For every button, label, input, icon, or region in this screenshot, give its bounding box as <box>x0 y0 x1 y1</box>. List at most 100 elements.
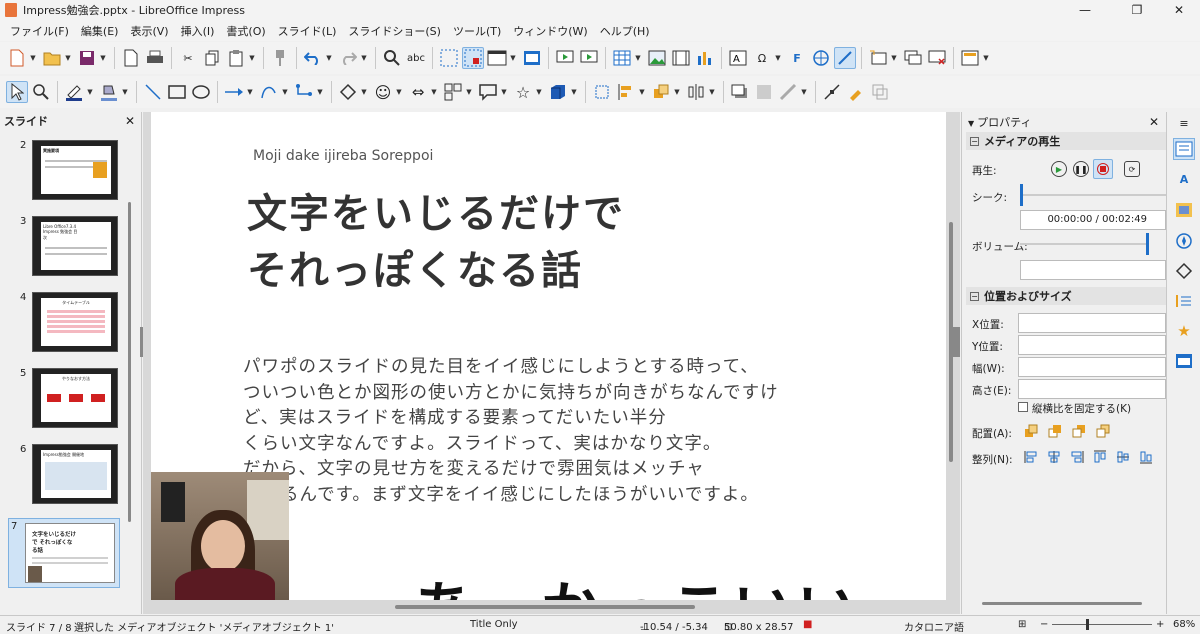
fill-color-icon[interactable] <box>98 81 120 103</box>
redo-dropdown-icon[interactable]: ▼ <box>360 47 368 69</box>
new-document-icon[interactable] <box>6 47 28 69</box>
master-slide-icon[interactable] <box>521 47 543 69</box>
media-zoom-field[interactable] <box>1020 260 1166 280</box>
slide-thumbnail-3[interactable]: 3 Libre Office7.3.4 Impress 勉強会 目次 <box>0 214 130 284</box>
callouts-icon[interactable] <box>477 81 499 103</box>
zoom-in-icon[interactable]: + <box>1156 619 1164 630</box>
filter-dropdown-icon[interactable]: ▼ <box>800 81 808 103</box>
cut-icon[interactable]: ✂ <box>177 47 199 69</box>
insert-media-icon[interactable] <box>670 47 692 69</box>
stop-icon[interactable] <box>1093 159 1113 179</box>
slide-canvas[interactable]: Moji dake ijireba Soreppoi 文字をいじるだけで それっ… <box>151 112 946 600</box>
display-views-icon[interactable] <box>486 47 508 69</box>
slide-layout-icon[interactable] <box>959 47 981 69</box>
slide-subtitle[interactable]: Moji dake ijireba Soreppoi <box>253 148 433 164</box>
insert-rectangle-icon[interactable] <box>166 81 188 103</box>
slide-thumbnail-2[interactable]: 2 実施要項 <box>0 138 130 208</box>
y-position-field[interactable] <box>1018 335 1166 355</box>
bring-forward-icon[interactable] <box>1047 423 1063 439</box>
glue-points-icon[interactable] <box>845 81 867 103</box>
rotate-icon[interactable] <box>591 81 613 103</box>
language-status[interactable]: カタロニア語 <box>904 619 964 634</box>
play-icon[interactable]: ▶ <box>1051 161 1067 177</box>
line-color-dropdown-icon[interactable]: ▼ <box>86 81 94 103</box>
seek-slider-thumb[interactable] <box>1020 184 1023 206</box>
zoom-slider-thumb[interactable] <box>1086 619 1089 630</box>
sidebar-collapse-handle[interactable] <box>952 327 960 357</box>
menu-tools[interactable]: ツール(T) <box>447 23 507 39</box>
align-top-icon[interactable] <box>1092 449 1108 465</box>
export-pdf-icon[interactable] <box>120 47 142 69</box>
new-dropdown-icon[interactable]: ▼ <box>29 47 37 69</box>
x-position-field[interactable] <box>1018 313 1166 333</box>
menu-slideshow[interactable]: スライドショー(S) <box>342 23 447 39</box>
3d-objects-dropdown-icon[interactable]: ▼ <box>570 81 578 103</box>
hyperlink-icon[interactable] <box>810 47 832 69</box>
curves-and-polygons-icon[interactable] <box>258 81 280 103</box>
distribute-dropdown-icon[interactable]: ▼ <box>708 81 716 103</box>
insert-line-icon[interactable] <box>142 81 164 103</box>
insert-table-dropdown-icon[interactable]: ▼ <box>634 47 642 69</box>
insert-textbox-icon[interactable]: A <box>727 47 749 69</box>
flowchart-icon[interactable] <box>442 81 464 103</box>
menu-slide[interactable]: スライド(L) <box>272 23 343 39</box>
volume-slider-thumb[interactable] <box>1146 233 1149 255</box>
copy-icon[interactable] <box>201 47 223 69</box>
basic-shapes-dropdown-icon[interactable]: ▼ <box>360 81 368 103</box>
zoom-pan-icon[interactable] <box>30 81 52 103</box>
slide-thumbnail-6[interactable]: 6 Impress勉強会 開催地 <box>0 442 130 512</box>
align-objects-dropdown-icon[interactable]: ▼ <box>638 81 646 103</box>
helplines-while-moving-icon[interactable] <box>462 47 484 69</box>
spelling-icon[interactable]: abc <box>405 47 427 69</box>
slide-title[interactable]: 文字をいじるだけで それっぽくなる話 <box>247 186 625 300</box>
menu-file[interactable]: ファイル(F) <box>4 23 75 39</box>
align-bottom-icon[interactable] <box>1138 449 1154 465</box>
editor-horizontal-scrollbar[interactable] <box>395 605 695 609</box>
close-slide-panel-icon[interactable]: ✕ <box>125 114 135 128</box>
paste-dropdown-icon[interactable]: ▼ <box>248 47 256 69</box>
menu-edit[interactable]: 編集(E) <box>75 23 125 39</box>
3d-objects-icon[interactable] <box>547 81 569 103</box>
start-from-first-slide-icon[interactable] <box>554 47 576 69</box>
insert-ellipse-icon[interactable] <box>190 81 212 103</box>
show-draw-functions-icon[interactable] <box>834 47 856 69</box>
paste-icon[interactable] <box>225 47 247 69</box>
zoom-slider-track[interactable] <box>1052 624 1152 625</box>
lines-and-arrows-icon[interactable] <box>223 81 245 103</box>
print-icon[interactable] <box>144 47 166 69</box>
points-icon[interactable] <box>821 81 843 103</box>
flowchart-dropdown-icon[interactable]: ▼ <box>465 81 473 103</box>
layout-name[interactable]: Title Only <box>470 619 518 630</box>
slide-thumbnail-5[interactable]: 5 やりなおす方法 <box>0 366 130 436</box>
slide-transition-deck-icon[interactable] <box>1173 290 1195 312</box>
bring-to-front-icon[interactable] <box>1023 423 1039 439</box>
connectors-dropdown-icon[interactable]: ▼ <box>316 81 324 103</box>
slide-layout-dropdown-icon[interactable]: ▼ <box>982 47 990 69</box>
fill-color-dropdown-icon[interactable]: ▼ <box>121 81 129 103</box>
align-left-icon[interactable] <box>1023 449 1039 465</box>
send-backward-icon[interactable] <box>1071 423 1087 439</box>
slide-body-text[interactable]: パワポのスライドの見た目をイイ感じにしようとする時って、 ついつい色とか図形の使… <box>243 355 943 508</box>
basic-shapes-icon[interactable] <box>337 81 359 103</box>
symbol-shapes-dropdown-icon[interactable]: ▼ <box>395 81 403 103</box>
styles-deck-icon[interactable]: A <box>1173 168 1195 190</box>
align-objects-icon[interactable] <box>615 81 637 103</box>
delete-slide-icon[interactable] <box>926 47 948 69</box>
redo-icon[interactable] <box>337 47 359 69</box>
open-folder-icon[interactable] <box>41 47 63 69</box>
special-character-dropdown-icon[interactable]: ▼ <box>774 47 782 69</box>
symbol-shapes-icon[interactable]: ☺ <box>372 81 394 103</box>
zoom-out-icon[interactable]: − <box>1040 619 1048 630</box>
curves-dropdown-icon[interactable]: ▼ <box>281 81 289 103</box>
menu-view[interactable]: 表示(V) <box>124 23 174 39</box>
seek-track[interactable] <box>1020 194 1166 196</box>
lines-and-arrows-dropdown-icon[interactable]: ▼ <box>246 81 254 103</box>
stars-icon[interactable]: ☆ <box>512 81 534 103</box>
special-character-icon[interactable]: Ω <box>751 47 773 69</box>
find-replace-icon[interactable] <box>381 47 403 69</box>
stars-dropdown-icon[interactable]: ▼ <box>535 81 543 103</box>
save-dropdown-icon[interactable]: ▼ <box>99 47 107 69</box>
document-modified-icon[interactable]: ■ <box>803 619 812 630</box>
duplicate-slide-icon[interactable] <box>902 47 924 69</box>
sidebar-scrollbar[interactable] <box>982 602 1142 605</box>
